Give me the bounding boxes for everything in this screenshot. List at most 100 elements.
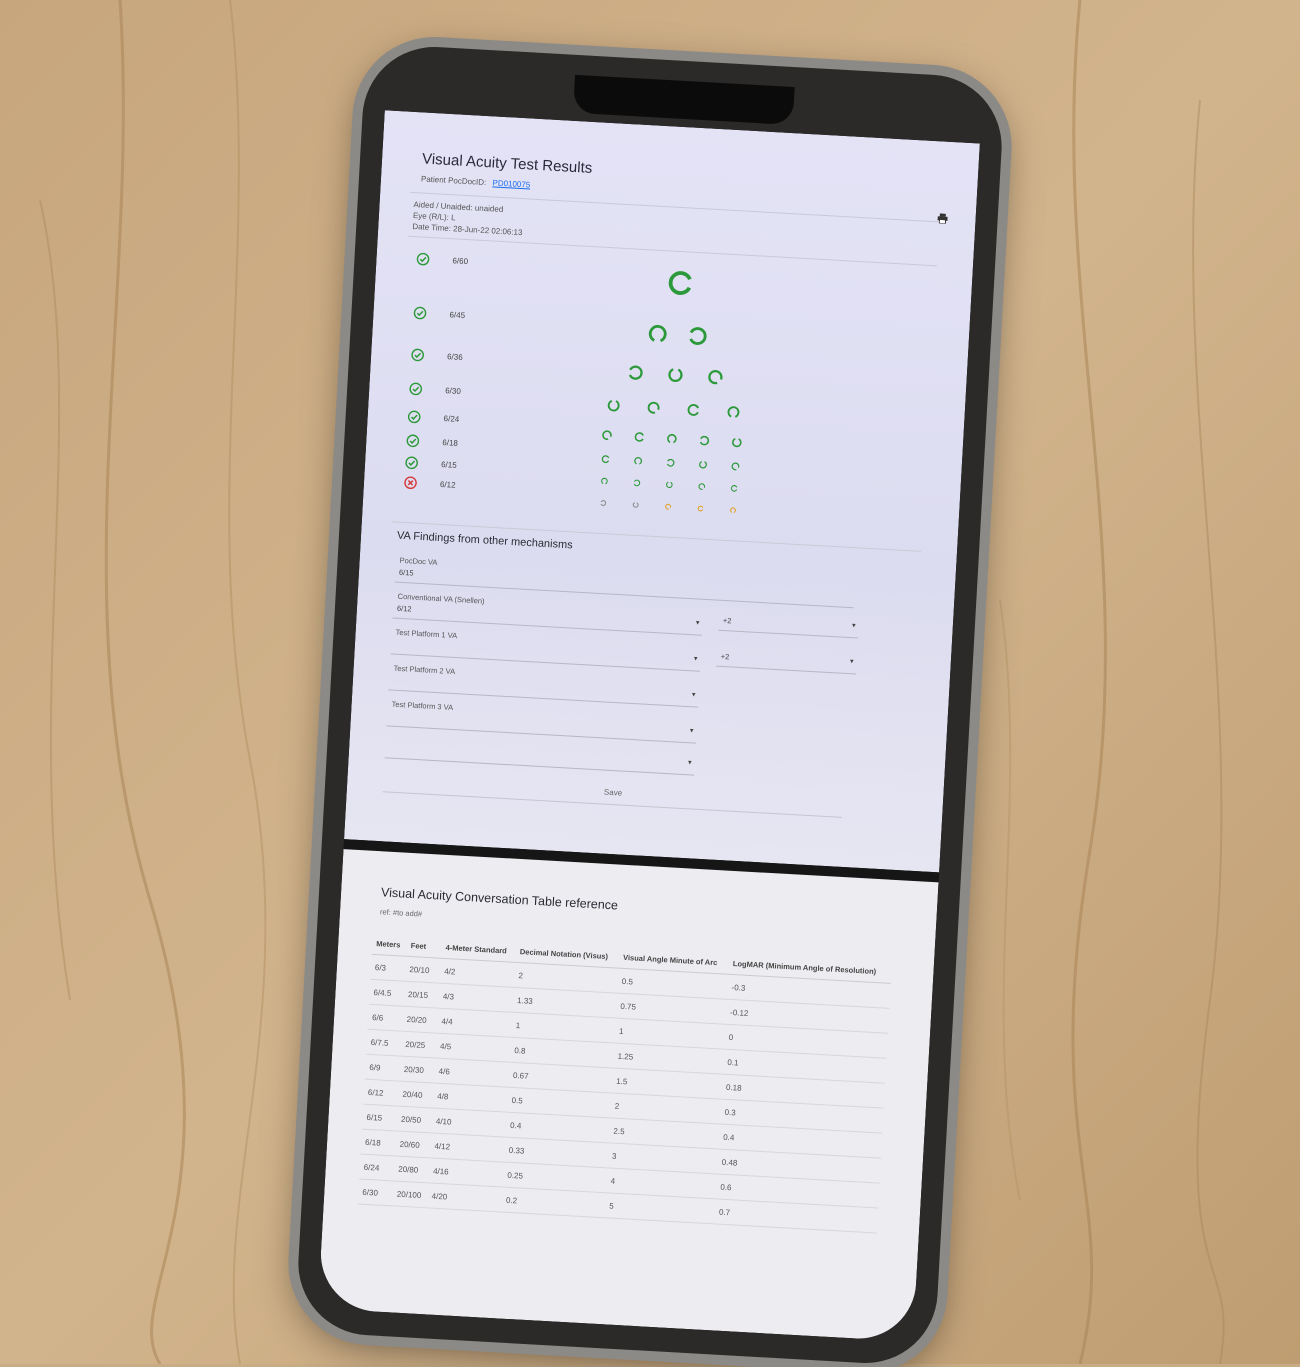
landolt-c-optotype xyxy=(628,365,643,380)
landolt-c-optotype xyxy=(666,481,673,489)
landolt-c-optotype xyxy=(668,368,683,383)
check-circle-icon xyxy=(411,348,425,362)
chevron-down-icon: ▼ xyxy=(848,659,855,666)
page-title: Visual Acuity Test Results xyxy=(421,150,593,177)
table-cell: 20/20 xyxy=(401,1006,439,1034)
chevron-down-icon: ▼ xyxy=(690,692,697,699)
landolt-c-optotype xyxy=(648,324,667,343)
table-cell: 6/3 xyxy=(370,954,407,982)
platform1-modifier-select[interactable]: +2 ▼ xyxy=(716,647,858,675)
findings-title: VA Findings from other mechanisms xyxy=(396,529,573,552)
landolt-c-optotype xyxy=(730,507,736,514)
phone-screen: Visual Acuity Test Results Patient PocDo… xyxy=(317,110,980,1342)
landolt-c-optotype xyxy=(699,435,710,446)
landolt-c-optotype xyxy=(600,500,607,506)
table-cell: 20/10 xyxy=(404,956,441,984)
table-cell: 5 xyxy=(604,1192,716,1224)
result-label: 6/18 xyxy=(442,438,459,448)
check-circle-icon xyxy=(406,434,420,448)
platform3-modifier-select[interactable]: ▼ xyxy=(384,739,696,776)
landolt-c-optotype xyxy=(698,483,706,490)
landolt-c-optotype xyxy=(666,458,675,467)
table-cell: 20/50 xyxy=(396,1106,433,1133)
table-column-header: Meters xyxy=(371,932,408,957)
table-cell: 6/7.5 xyxy=(366,1029,402,1057)
x-circle-icon xyxy=(404,476,418,490)
pocdoc-va-value: 6/15 xyxy=(398,567,414,578)
landolt-c-optotype xyxy=(665,503,671,510)
save-button[interactable]: Save xyxy=(382,769,844,818)
table-cell: 6/12 xyxy=(363,1079,400,1107)
patient-id-link[interactable]: PD010075 xyxy=(492,178,530,189)
result-label: 6/15 xyxy=(440,459,457,470)
landolt-c-optotype xyxy=(633,479,641,487)
patient-id-row: Patient PocDocID: PD010075 xyxy=(421,174,531,189)
table-cell: 20/80 xyxy=(393,1155,430,1183)
chevron-down-icon: ▼ xyxy=(694,620,701,627)
result-label: 6/60 xyxy=(452,256,469,267)
landolt-c-optotype xyxy=(730,485,738,492)
platform3-va-select[interactable]: ▼ xyxy=(386,707,697,744)
conventional-modifier-select[interactable]: +2 ▼ xyxy=(718,611,860,639)
result-label: 6/12 xyxy=(439,479,456,490)
table-cell: 6/15 xyxy=(361,1104,398,1132)
conventional-modifier-value: +2 xyxy=(722,615,732,626)
conversion-table: Meters Feet 4-Meter Standard Decimal Notati… xyxy=(357,932,893,1234)
conventional-va-value: 6/12 xyxy=(396,603,412,614)
test-datetime: Date Time: 28-Jun-22 02:06:13 xyxy=(412,221,523,238)
table-cell: 6/18 xyxy=(360,1129,397,1156)
phone-notch xyxy=(572,74,795,126)
chevron-down-icon: ▼ xyxy=(850,623,857,630)
landolt-c-optotype xyxy=(601,477,608,485)
table-cell: 20/25 xyxy=(400,1031,437,1059)
printer-icon[interactable] xyxy=(937,213,948,227)
table-cell: 4/20 xyxy=(427,1182,503,1212)
patient-id-label: Patient PocDocID: xyxy=(420,174,487,188)
landolt-c-optotype xyxy=(687,404,700,416)
table-cell: 0.2 xyxy=(501,1187,606,1218)
check-circle-icon xyxy=(416,252,430,266)
check-circle-icon xyxy=(409,382,423,396)
platform1-modifier-value: +2 xyxy=(720,651,730,662)
table-body: 6/3 20/10 4/2 2 0.5 -0.3 6/4.5 20/15 4/3 1.33 0.75… xyxy=(357,954,891,1233)
table-cell: 6/9 xyxy=(364,1054,401,1082)
landolt-c-chart xyxy=(600,271,742,514)
landolt-c-optotype xyxy=(601,455,610,464)
chevron-down-icon: ▼ xyxy=(688,728,695,735)
result-label: 6/36 xyxy=(446,352,463,362)
reference-note: ref: #to add# xyxy=(379,907,423,919)
chevron-down-icon: ▼ xyxy=(692,656,699,663)
landolt-c-optotype xyxy=(689,327,707,345)
eye-side: Eye (R/L): L xyxy=(412,211,456,223)
landolt-c-optotype xyxy=(727,406,740,418)
landolt-c-optotype xyxy=(634,457,642,465)
table-cell: 20/100 xyxy=(392,1180,429,1208)
results-pane: Visual Acuity Test Results Patient PocDo… xyxy=(344,110,980,873)
check-circle-icon xyxy=(405,456,419,470)
landolt-c-optotype xyxy=(697,505,704,512)
table-cell: 20/15 xyxy=(403,981,440,1009)
landolt-c-optotype xyxy=(699,460,707,469)
landolt-c-optotype xyxy=(647,401,660,414)
table-cell: 6/24 xyxy=(359,1154,396,1181)
table-cell: 20/60 xyxy=(395,1131,432,1158)
landolt-c-optotype xyxy=(668,271,692,295)
table-cell: 20/30 xyxy=(399,1056,436,1084)
result-label: 6/45 xyxy=(449,310,466,321)
landolt-c-optotype xyxy=(667,434,677,444)
table-cell: 20/40 xyxy=(397,1081,435,1108)
landolt-c-optotype xyxy=(607,399,620,412)
landolt-c-optotype xyxy=(634,432,644,442)
chevron-down-icon: ▼ xyxy=(686,760,693,767)
table-cell: 6/30 xyxy=(357,1178,394,1206)
reference-pane: Visual Acuity Conversation Table referen… xyxy=(317,849,939,1342)
table-cell: 6/6 xyxy=(367,1004,404,1032)
result-label: 6/24 xyxy=(443,414,460,424)
landolt-c-optotype xyxy=(602,430,612,440)
landolt-c-optotype xyxy=(731,462,740,471)
table-column-header: Feet xyxy=(406,934,443,959)
landolt-c-optotype xyxy=(632,502,639,508)
landolt-c-optotype xyxy=(708,370,723,385)
phone: Visual Acuity Test Results Patient PocDo… xyxy=(294,43,1006,1367)
check-circle-icon xyxy=(407,410,421,424)
